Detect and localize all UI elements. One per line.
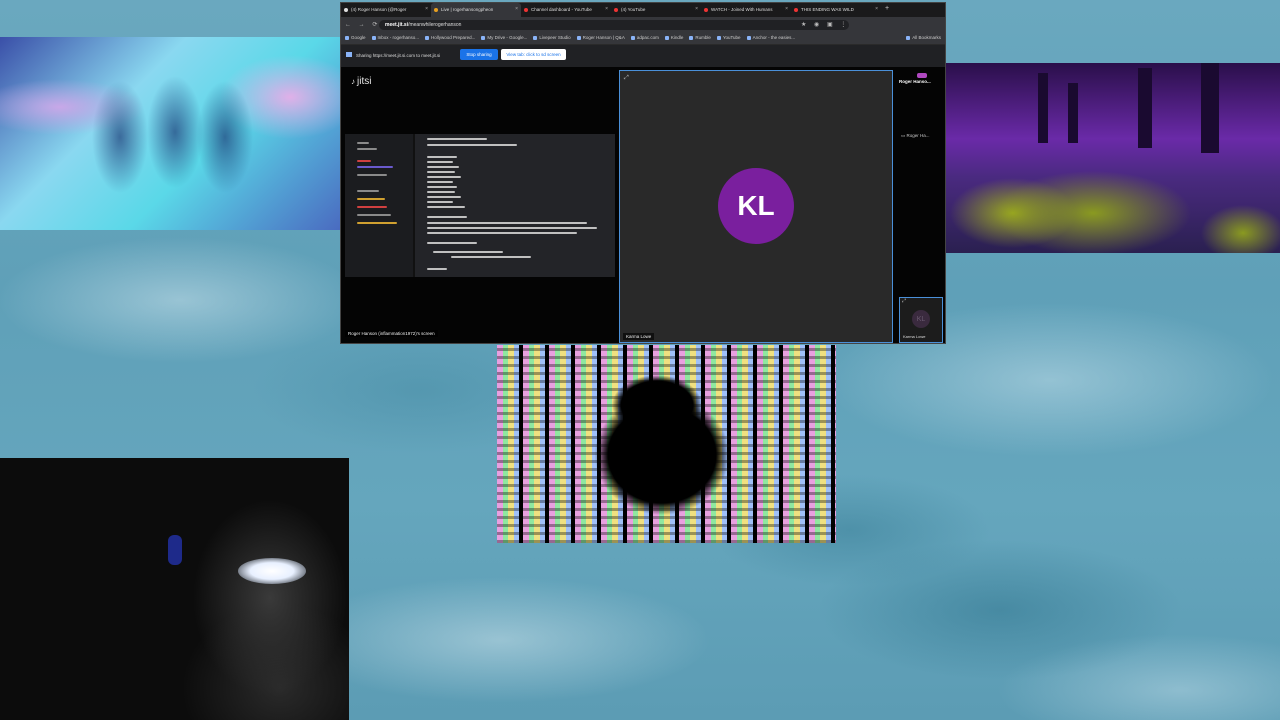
bookmark-item[interactable]: Roger Hanson | Q&A <box>577 35 625 42</box>
bookmark-item[interactable]: Google <box>345 35 366 42</box>
tab-favicon-icon <box>524 8 528 12</box>
browser-tab[interactable]: (4) Roger Hanson (@Roger × <box>341 3 431 17</box>
tab-close-icon[interactable]: × <box>785 6 788 12</box>
screen-share-bar: Sharing https://meet.jit.si.com to meet.… <box>341 45 945 67</box>
stop-sharing-button[interactable]: Stop sharing <box>460 49 498 60</box>
browser-tab[interactable]: Channel dashboard - YouTube × <box>521 3 611 17</box>
bookmark-item[interactable]: adpac.com <box>631 35 659 42</box>
bookmark-item[interactable]: Livepeer Studio <box>533 35 570 42</box>
pin-icon[interactable]: ⤢ <box>624 75 629 82</box>
webcam-glasses-glare <box>238 558 306 584</box>
bookmark-item[interactable]: Inbox - rogerhanso... <box>372 35 420 42</box>
all-bookmarks[interactable]: All Bookmarks <box>906 35 941 42</box>
bookmark-item[interactable]: Hollywood Prepared... <box>425 35 475 42</box>
screen-share-icon <box>346 52 352 57</box>
jitsi-logo-icon: ♪ <box>351 77 355 86</box>
bookmark-item[interactable]: Kindle <box>665 35 684 42</box>
url-path: /meanwhilerogerhanson <box>408 22 462 28</box>
overlay-image-castle <box>943 63 1280 253</box>
tab-close-icon[interactable]: × <box>425 6 428 12</box>
participant-name: Karma Lowe <box>623 333 655 340</box>
filmstrip: Roger Hanso... ▭ Roger Ha... ⤢ KL Karma … <box>897 67 945 343</box>
webcam-feed <box>0 458 349 720</box>
browser-tab[interactable]: (4) YouTube × <box>611 3 701 17</box>
tab-favicon-icon <box>794 8 798 12</box>
bookmark-item[interactable]: YouTube <box>717 35 741 42</box>
browser-tab-active[interactable]: Live | rogerhansongpheon × <box>431 3 521 17</box>
share-status-text: Sharing https://meet.jit.si.com to meet.… <box>356 53 441 58</box>
thumbnail-name: Karma Lowe <box>903 334 926 339</box>
tab-close-icon[interactable]: × <box>605 6 608 12</box>
jitsi-logo: ♪ jitsi <box>351 76 372 87</box>
switch-tab-button[interactable]: View tab: click to sd screen <box>501 49 566 60</box>
url-host: meet.jit.si <box>385 22 409 28</box>
bookmarks-bar: Google Inbox - rogerhanso... Hollywood P… <box>341 33 945 45</box>
participant-badge <box>917 73 927 78</box>
shared-screen-sidebar <box>345 134 413 277</box>
bookmark-item[interactable]: Rumble <box>689 35 711 42</box>
main-participant-tile[interactable]: ⤢ KL Karma Lowe <box>619 70 893 343</box>
tab-favicon-icon <box>434 8 438 12</box>
tab-favicon-icon <box>704 8 708 12</box>
tab-strip: (4) Roger Hanson (@Roger × Live | rogerha… <box>341 3 945 17</box>
overlay-image-glitch <box>497 345 836 543</box>
bookmark-item[interactable]: My Drive - Google... <box>481 35 527 42</box>
extension-icons[interactable]: ★ ◉ ▣ ⋮ <box>801 21 849 28</box>
nav-buttons[interactable]: ← → ⟳ <box>345 21 380 28</box>
shared-screen-view[interactable] <box>345 134 615 277</box>
browser-tab[interactable]: WATCH - Joined With Humans × <box>701 3 791 17</box>
shared-screen-chat <box>415 134 615 277</box>
thumbnail-avatar: KL <box>912 310 930 328</box>
filmstrip-participant-name[interactable]: Roger Hanso... <box>899 79 931 84</box>
bookmark-item[interactable]: Anchor - the easies... <box>747 35 796 42</box>
pin-icon: ⤢ <box>902 298 907 304</box>
jitsi-meeting: ♪ jitsi Roger Hanson (inflammation1972)'… <box>341 67 945 343</box>
webcam-headset <box>168 535 182 565</box>
browser-window: (4) Roger Hanson (@Roger × Live | rogerha… <box>340 2 946 344</box>
new-tab-button[interactable]: + <box>881 3 893 17</box>
browser-toolbar: ← → ⟳ meet.jit.si/meanwhilerogerhanson ★… <box>341 17 945 33</box>
address-bar[interactable]: meet.jit.si/meanwhilerogerhanson <box>379 20 849 30</box>
filmstrip-thumbnail[interactable]: ⤢ KL Karma Lowe <box>899 297 943 343</box>
participant-avatar: KL <box>718 168 794 244</box>
tab-favicon-icon <box>344 8 348 12</box>
presenter-caption: Roger Hanson (inflammation1972)'s screen <box>345 330 438 337</box>
tab-favicon-icon <box>614 8 618 12</box>
tab-close-icon[interactable]: × <box>515 6 518 12</box>
tab-close-icon[interactable]: × <box>695 6 698 12</box>
tab-close-icon[interactable]: × <box>875 6 878 12</box>
browser-tab[interactable]: THIS ENDING WAS WILD × <box>791 3 881 17</box>
filmstrip-participant-name[interactable]: ▭ Roger Ha... <box>901 133 930 139</box>
overlay-image-women <box>0 37 342 230</box>
